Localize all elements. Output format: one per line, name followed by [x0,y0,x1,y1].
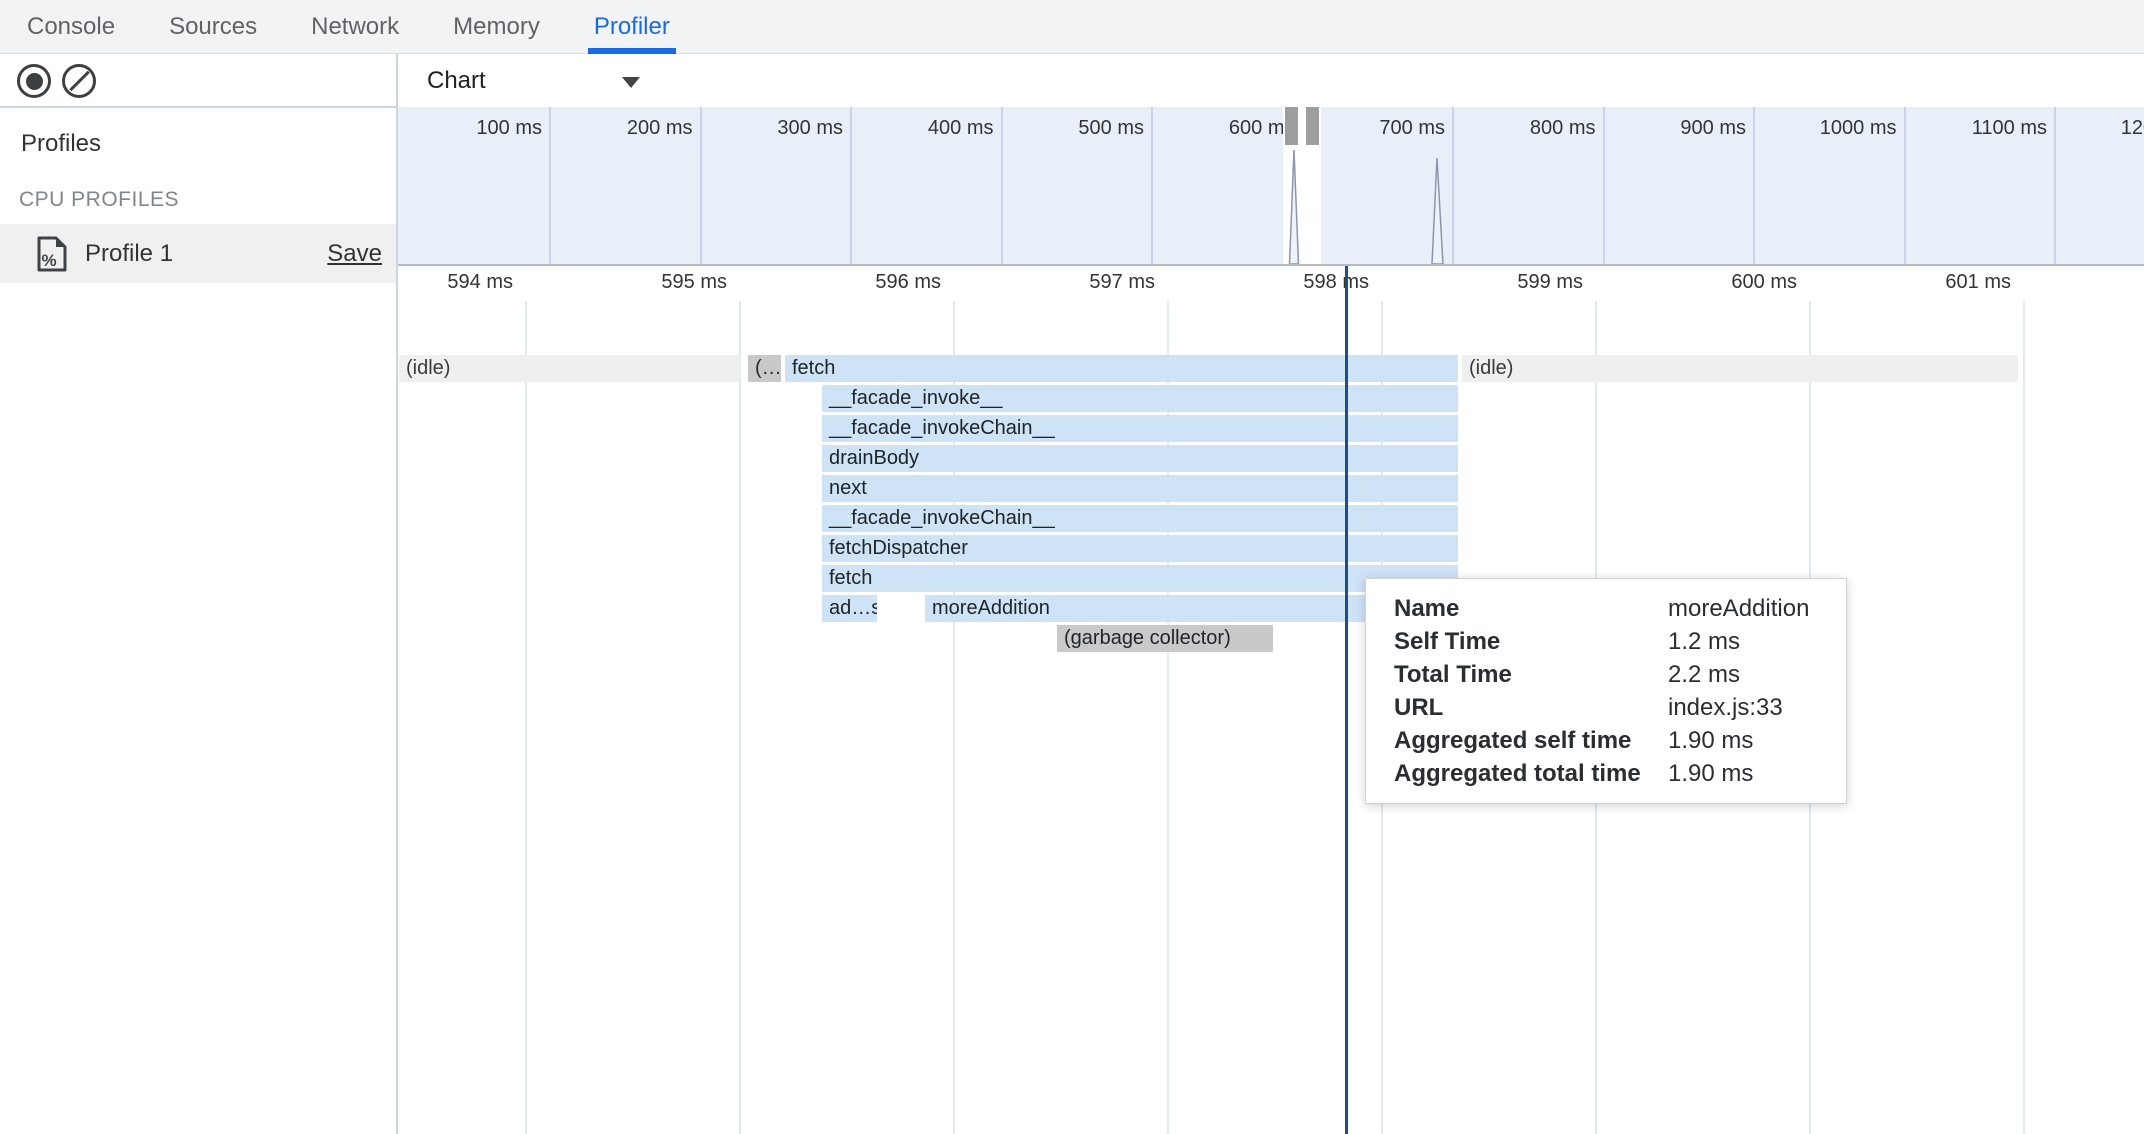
tooltip-label: URL [1394,691,1668,724]
flame-bar[interactable]: __facade_invoke__ [822,385,1458,412]
tab-console[interactable]: Console [27,0,115,54]
tooltip-value: 1.2 ms [1668,625,1818,658]
tab-memory[interactable]: Memory [453,0,540,54]
flame-bar[interactable]: (idle) [1462,355,2018,382]
tooltip-row: URLindex.js:33 [1394,691,1818,724]
flame-bar[interactable]: next [822,475,1458,502]
tooltip-row: Total Time2.2 ms [1394,658,1818,691]
flame-bar[interactable]: (idle) [399,355,740,382]
tooltip-value: 1.90 ms [1668,724,1818,757]
flame-bar[interactable]: moreAddition [925,595,1379,622]
tooltip-value: moreAddition [1668,592,1818,625]
flame-bar[interactable]: (… [748,355,781,382]
flame-bar[interactable]: drainBody [822,445,1458,472]
view-mode-select[interactable]: Chart [427,54,486,107]
tab-sources[interactable]: Sources [169,0,257,54]
tooltip-row: Self Time1.2 ms [1394,625,1818,658]
ruler-tick-label: 600 ms [1731,271,1797,294]
record-icon[interactable] [17,64,51,98]
playhead-marker-line [1345,266,1348,1134]
tooltip-label: Aggregated total time [1394,757,1668,790]
tab-profiler[interactable]: Profiler [594,0,670,54]
cpu-activity-spikes [398,107,2144,264]
profile-document-icon: % [36,236,68,272]
ruler-tick-label: 601 ms [1945,271,2011,294]
flame-bar[interactable]: fetch [822,565,1458,592]
profiler-toolbar: Chart [398,54,2144,107]
ruler-tick-label: 597 ms [1089,271,1155,294]
tooltip-row: NamemoreAddition [1394,592,1818,625]
profile-list-item[interactable]: % Profile 1 Save [0,224,396,283]
ruler-tick-label: 596 ms [875,271,941,294]
tab-network[interactable]: Network [311,0,399,54]
flame-bar[interactable]: __facade_invokeChain__ [822,505,1458,532]
profiles-heading: Profiles [21,130,101,158]
tooltip-label: Aggregated self time [1394,724,1668,757]
tooltip-label: Total Time [1394,658,1668,691]
cpu-profiles-heading: CPU PROFILES [19,188,179,212]
frame-details-tooltip: NamemoreAdditionSelf Time1.2 msTotal Tim… [1365,578,1847,804]
profiler-main-panel: Chart 100 ms200 ms300 ms400 ms500 ms600 … [398,54,2144,1134]
tooltip-value: index.js:33 [1668,691,1818,724]
time-ruler: 594 ms 595 ms 596 ms 597 ms 598 ms 599 ms 600 … [398,266,2144,301]
devtools-window: Console Sources Network Memory Profiler Prof… [0,0,2144,1134]
flame-bar[interactable]: (garbage collector) [1057,625,1273,652]
flame-bar[interactable]: fetchDispatcher [822,535,1458,562]
tooltip-label: Name [1394,592,1668,625]
flame-bar[interactable]: fetch [785,355,1458,382]
save-link[interactable]: Save [327,224,382,283]
ruler-tick-label: 594 ms [447,271,513,294]
tooltip-label: Self Time [1394,625,1668,658]
flame-bar[interactable]: ad…s [822,595,877,622]
flame-bar[interactable]: __facade_invokeChain__ [822,415,1458,442]
profile-name: Profile 1 [85,224,173,283]
timeline-overview[interactable]: 100 ms200 ms300 ms400 ms500 ms600 ms700 … [398,107,2144,266]
ruler-tick-label: 599 ms [1517,271,1583,294]
grid-line [739,266,741,1134]
ruler-tick-label: 598 ms [1303,271,1369,294]
svg-text:%: % [41,251,56,270]
profiles-sidebar: Profiles CPU PROFILES % Profile 1 Save [0,54,398,1134]
clear-icon[interactable] [62,64,96,98]
sidebar-toolbar [0,54,396,108]
grid-line [2023,266,2025,1134]
devtools-tab-bar: Console Sources Network Memory Profiler [0,0,2144,54]
flame-chart[interactable]: (idle)(…fetch(idle)__facade_invoke____fa… [398,266,2144,1134]
tooltip-value: 2.2 ms [1668,658,1818,691]
ruler-tick-label: 595 ms [661,271,727,294]
selection-handle-right[interactable] [1306,107,1319,145]
chevron-down-icon [622,77,640,88]
tooltip-value: 1.90 ms [1668,757,1818,790]
grid-line [525,266,527,1134]
tooltip-row: Aggregated self time1.90 ms [1394,724,1818,757]
tooltip-row: Aggregated total time1.90 ms [1394,757,1818,790]
selection-handle-left[interactable] [1285,107,1298,145]
